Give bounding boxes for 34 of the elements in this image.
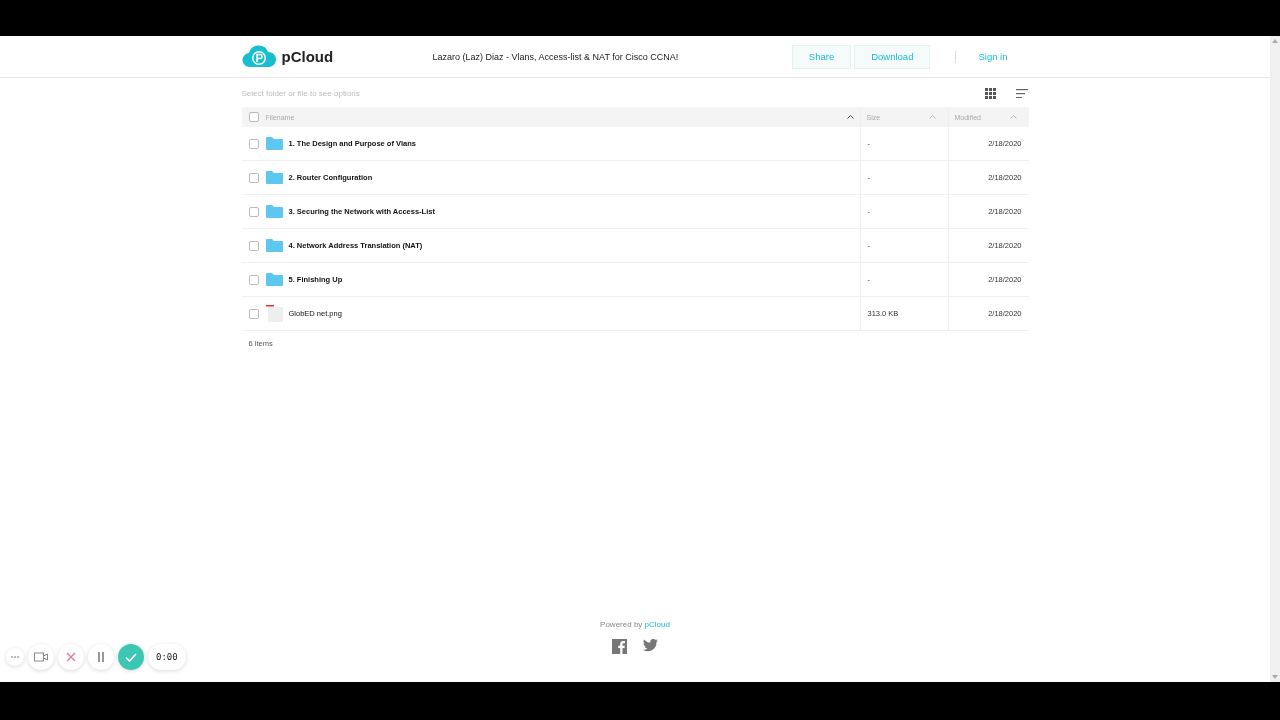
row-checkbox[interactable] — [248, 274, 259, 285]
folder-icon — [265, 205, 283, 218]
logo-text[interactable]: pCloud — [281, 48, 334, 65]
facebook-icon[interactable] — [612, 639, 627, 654]
folder-icon — [265, 137, 283, 150]
row-checkbox[interactable] — [248, 206, 259, 217]
cloud-logo-icon — [241, 44, 276, 69]
row-checkbox[interactable] — [248, 138, 259, 149]
twitter-icon[interactable] — [643, 639, 658, 652]
folder-icon — [265, 239, 283, 252]
done-button[interactable] — [118, 644, 144, 670]
pause-button[interactable] — [88, 644, 114, 670]
row-checkbox[interactable] — [248, 172, 259, 183]
grid-view-icon[interactable] — [984, 87, 996, 99]
folder-icon — [265, 171, 283, 184]
pause-icon — [97, 652, 105, 662]
row-checkbox[interactable] — [248, 308, 259, 319]
check-icon — [125, 652, 137, 662]
close-icon — [66, 652, 76, 662]
sort-caret-icon[interactable] — [846, 115, 854, 119]
camera-icon — [34, 652, 48, 662]
image-file-icon — [265, 305, 283, 322]
powered-by-text: Powered by pCloud — [600, 620, 670, 629]
cancel-button[interactable] — [58, 644, 84, 670]
page-title: Lazaro (Laz) Diaz - Vlans, Access-list & NAT for Cisco CCNA! — [432, 51, 680, 62]
select-all-checkbox[interactable] — [248, 112, 259, 122]
sort-icon[interactable] — [1015, 88, 1028, 98]
folder-icon — [265, 273, 283, 286]
camera-button[interactable] — [28, 644, 54, 670]
row-checkbox[interactable] — [248, 240, 259, 251]
scroll-down-icon[interactable] — [1272, 675, 1278, 679]
recording-timer: 0:00 — [148, 644, 186, 670]
more-button[interactable] — [6, 648, 24, 666]
scroll-up-icon[interactable] — [1272, 39, 1278, 43]
